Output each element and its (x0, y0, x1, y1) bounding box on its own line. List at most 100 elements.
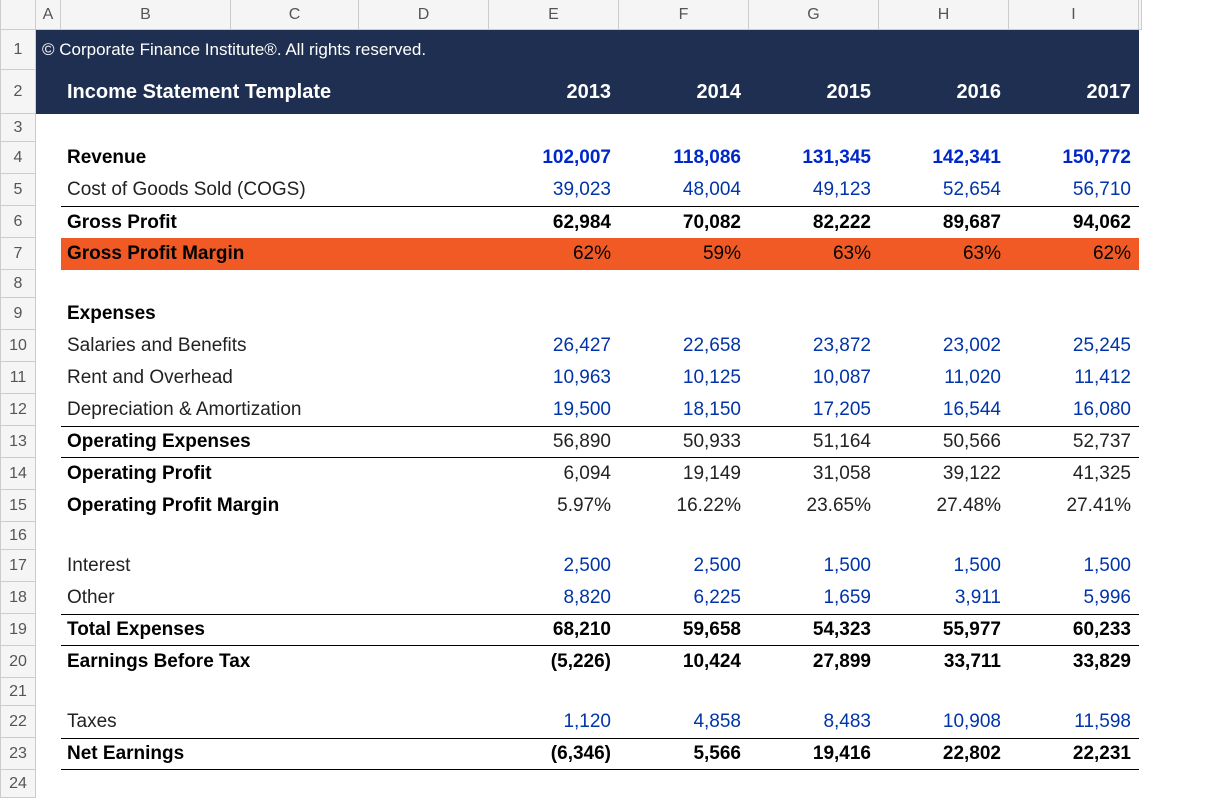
row-header-13[interactable]: 13 (0, 426, 36, 458)
row-header-15[interactable]: 15 (0, 490, 36, 522)
title-cell[interactable]: Income Statement Template (61, 70, 489, 114)
gpm-2013[interactable]: 62% (489, 238, 619, 270)
rent-2015[interactable]: 10,087 (749, 362, 879, 394)
total-exp-label[interactable]: Total Expenses (61, 614, 489, 646)
cell-A9[interactable] (36, 298, 61, 330)
row-header-23[interactable]: 23 (0, 738, 36, 770)
revenue-2014[interactable]: 118,086 (619, 142, 749, 174)
interest-2016[interactable]: 1,500 (879, 550, 1009, 582)
gpm-2015[interactable]: 63% (749, 238, 879, 270)
opm-2014[interactable]: 16.22% (619, 490, 749, 522)
opm-2016[interactable]: 27.48% (879, 490, 1009, 522)
cogs-2016[interactable]: 52,654 (879, 174, 1009, 206)
net-2017[interactable]: 22,231 (1009, 738, 1139, 770)
col-header-G[interactable]: G (749, 0, 879, 30)
row-header-11[interactable]: 11 (0, 362, 36, 394)
copyright-cell[interactable]: © Corporate Finance Institute®. All righ… (36, 30, 1139, 70)
total-exp-2015[interactable]: 54,323 (749, 614, 879, 646)
opm-2013[interactable]: 5.97% (489, 490, 619, 522)
cell-A18[interactable] (36, 582, 61, 614)
cell-A14[interactable] (36, 458, 61, 490)
taxes-2017[interactable]: 11,598 (1009, 706, 1139, 738)
opm-2017[interactable]: 27.41% (1009, 490, 1139, 522)
col-header-D[interactable]: D (359, 0, 489, 30)
salaries-2016[interactable]: 23,002 (879, 330, 1009, 362)
cell-A15[interactable] (36, 490, 61, 522)
da-2014[interactable]: 18,150 (619, 394, 749, 426)
year-2014[interactable]: 2014 (619, 70, 749, 114)
opex-2014[interactable]: 50,933 (619, 426, 749, 458)
row-16-empty[interactable] (36, 522, 1139, 550)
other-2017[interactable]: 5,996 (1009, 582, 1139, 614)
year-2017[interactable]: 2017 (1009, 70, 1139, 114)
interest-2014[interactable]: 2,500 (619, 550, 749, 582)
row-header-21[interactable]: 21 (0, 678, 36, 706)
taxes-2014[interactable]: 4,858 (619, 706, 749, 738)
ebt-2015[interactable]: 27,899 (749, 646, 879, 678)
row-header-12[interactable]: 12 (0, 394, 36, 426)
salaries-label[interactable]: Salaries and Benefits (61, 330, 489, 362)
cell-A19[interactable] (36, 614, 61, 646)
op-profit-label[interactable]: Operating Profit (61, 458, 489, 490)
col-header-C[interactable]: C (231, 0, 359, 30)
year-2013[interactable]: 2013 (489, 70, 619, 114)
op-profit-2014[interactable]: 19,149 (619, 458, 749, 490)
year-2015[interactable]: 2015 (749, 70, 879, 114)
op-profit-2017[interactable]: 41,325 (1009, 458, 1139, 490)
cell-A23[interactable] (36, 738, 61, 770)
other-2014[interactable]: 6,225 (619, 582, 749, 614)
op-profit-2016[interactable]: 39,122 (879, 458, 1009, 490)
total-exp-2016[interactable]: 55,977 (879, 614, 1009, 646)
da-2017[interactable]: 16,080 (1009, 394, 1139, 426)
interest-2015[interactable]: 1,500 (749, 550, 879, 582)
net-2014[interactable]: 5,566 (619, 738, 749, 770)
row-header-16[interactable]: 16 (0, 522, 36, 550)
opex-2013[interactable]: 56,890 (489, 426, 619, 458)
revenue-2016[interactable]: 142,341 (879, 142, 1009, 174)
rent-2013[interactable]: 10,963 (489, 362, 619, 394)
interest-label[interactable]: Interest (61, 550, 489, 582)
other-label[interactable]: Other (61, 582, 489, 614)
select-all-corner[interactable] (0, 0, 36, 30)
cell-A6[interactable] (36, 206, 61, 238)
cell-A5[interactable] (36, 174, 61, 206)
ebt-label[interactable]: Earnings Before Tax (61, 646, 489, 678)
row-3-empty[interactable] (36, 114, 1139, 142)
row-21-empty[interactable] (36, 678, 1139, 706)
row-header-24[interactable]: 24 (0, 770, 36, 798)
ebt-2017[interactable]: 33,829 (1009, 646, 1139, 678)
taxes-2016[interactable]: 10,908 (879, 706, 1009, 738)
revenue-2013[interactable]: 102,007 (489, 142, 619, 174)
row-header-9[interactable]: 9 (0, 298, 36, 330)
gross-profit-2017[interactable]: 94,062 (1009, 206, 1139, 238)
row-24-empty[interactable] (36, 770, 1139, 798)
row-header-6[interactable]: 6 (0, 206, 36, 238)
row-header-2[interactable]: 2 (0, 70, 36, 114)
rent-2014[interactable]: 10,125 (619, 362, 749, 394)
cell-A13[interactable] (36, 426, 61, 458)
gross-profit-2016[interactable]: 89,687 (879, 206, 1009, 238)
row-header-8[interactable]: 8 (0, 270, 36, 298)
row-header-19[interactable]: 19 (0, 614, 36, 646)
opex-label[interactable]: Operating Expenses (61, 426, 489, 458)
cell-A17[interactable] (36, 550, 61, 582)
net-label[interactable]: Net Earnings (61, 738, 489, 770)
total-exp-2017[interactable]: 60,233 (1009, 614, 1139, 646)
opm-2015[interactable]: 23.65% (749, 490, 879, 522)
ebt-2013[interactable]: (5,226) (489, 646, 619, 678)
cell-A20[interactable] (36, 646, 61, 678)
revenue-2015[interactable]: 131,345 (749, 142, 879, 174)
net-2015[interactable]: 19,416 (749, 738, 879, 770)
expenses-header[interactable]: Expenses (61, 298, 1139, 330)
da-2015[interactable]: 17,205 (749, 394, 879, 426)
cell-A4[interactable] (36, 142, 61, 174)
cogs-2017[interactable]: 56,710 (1009, 174, 1139, 206)
total-exp-2014[interactable]: 59,658 (619, 614, 749, 646)
total-exp-2013[interactable]: 68,210 (489, 614, 619, 646)
gpm-2014[interactable]: 59% (619, 238, 749, 270)
row-header-4[interactable]: 4 (0, 142, 36, 174)
opex-2017[interactable]: 52,737 (1009, 426, 1139, 458)
da-label[interactable]: Depreciation & Amortization (61, 394, 489, 426)
col-header-A[interactable]: A (36, 0, 61, 30)
row-header-5[interactable]: 5 (0, 174, 36, 206)
